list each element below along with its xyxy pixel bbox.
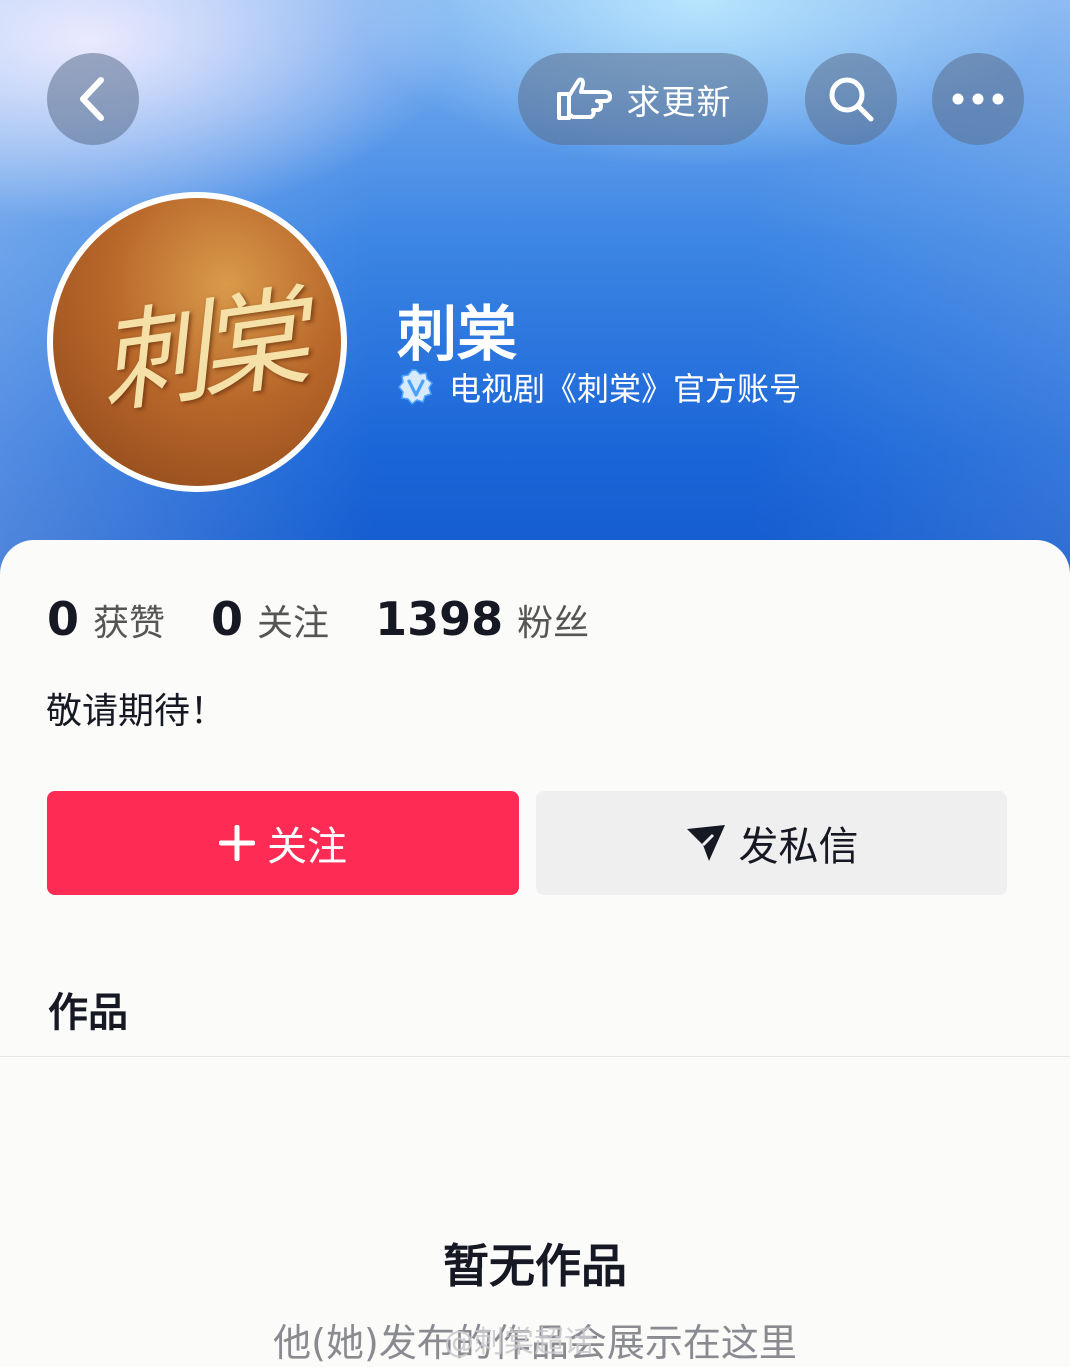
request-update-label: 求更新	[626, 82, 732, 123]
stat-following[interactable]: 0 关注	[211, 592, 329, 646]
message-label: 发私信	[738, 824, 859, 870]
avatar[interactable]: 刺棠	[47, 192, 347, 492]
message-button[interactable]: 发私信	[536, 791, 1007, 895]
verification-text: 电视剧《刺棠》官方账号	[449, 370, 802, 408]
request-update-button[interactable]: 求更新	[518, 53, 768, 145]
more-button[interactable]	[932, 53, 1024, 145]
more-icon	[952, 93, 1004, 105]
stat-likes[interactable]: 0 获赞	[47, 592, 165, 646]
avatar-image: 刺棠	[53, 198, 341, 486]
hand-point-icon	[556, 77, 612, 120]
avatar-calligraphy: 刺棠	[90, 274, 307, 430]
profile-bio: 敬请期待！	[46, 691, 227, 732]
stat-following-value: 0	[211, 592, 244, 646]
stat-likes-label: 获赞	[93, 603, 166, 644]
send-icon	[686, 825, 725, 861]
empty-state-title: 暂无作品	[443, 1239, 627, 1293]
profile-name: 刺棠	[397, 300, 517, 370]
verification-row: 电视剧《刺棠》官方账号	[397, 364, 801, 410]
tab-works[interactable]: 作品	[48, 980, 128, 1038]
verified-icon	[398, 369, 433, 406]
stat-followers[interactable]: 1398 粉丝	[375, 592, 589, 646]
plus-icon	[219, 825, 255, 861]
stats-row: 0 获赞 0 关注 1398 粉丝	[47, 592, 635, 646]
profile-card: 0 获赞 0 关注 1398 粉丝 敬请期待！ 关注 发私信 作品 暂无作品 他…	[0, 540, 1070, 1365]
back-icon	[80, 77, 104, 121]
back-button[interactable]	[47, 53, 139, 145]
stat-following-label: 关注	[257, 603, 330, 644]
stat-likes-value: 0	[47, 592, 80, 646]
stat-followers-label: 粉丝	[517, 603, 590, 644]
follow-label: 关注	[267, 824, 347, 870]
follow-button[interactable]: 关注	[47, 791, 519, 895]
search-icon	[829, 77, 874, 122]
watermark: @刺棠超话	[444, 1325, 594, 1360]
stat-followers-value: 1398	[375, 592, 504, 646]
search-button[interactable]	[805, 53, 897, 145]
tab-divider	[0, 1056, 1070, 1057]
